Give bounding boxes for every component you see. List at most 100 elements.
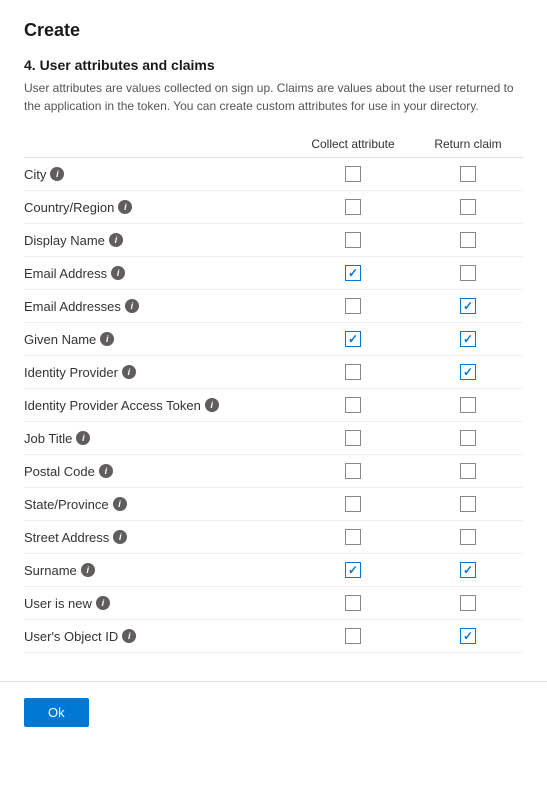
info-icon-user_is_new[interactable]: i [96, 596, 110, 610]
return-checkbox-display_name[interactable] [460, 232, 476, 248]
collect-checkbox-users_object_id[interactable] [345, 628, 361, 644]
row-label-identity_provider: Identity Provider i [24, 365, 293, 380]
section-description: User attributes are values collected on … [24, 79, 523, 115]
collect-checkbox-cell-surname [293, 562, 413, 578]
collect-checkbox-job_title[interactable] [345, 430, 361, 446]
table-row: Country/Region i [24, 191, 523, 224]
attribute-name-email_addresses: Email Addresses [24, 299, 121, 314]
info-icon-postal_code[interactable]: i [99, 464, 113, 478]
return-checkbox-cell-city [413, 166, 523, 182]
info-icon-job_title[interactable]: i [76, 431, 90, 445]
attribute-name-job_title: Job Title [24, 431, 72, 446]
collect-checkbox-email_address[interactable] [345, 265, 361, 281]
row-label-surname: Surname i [24, 563, 293, 578]
table-row: Street Address i [24, 521, 523, 554]
return-checkbox-job_title[interactable] [460, 430, 476, 446]
return-checkbox-email_address[interactable] [460, 265, 476, 281]
collect-checkbox-cell-postal_code [293, 463, 413, 479]
collect-checkbox-cell-identity_provider_access_token [293, 397, 413, 413]
collect-checkbox-city[interactable] [345, 166, 361, 182]
table-row: Job Title i [24, 422, 523, 455]
return-checkbox-identity_provider_access_token[interactable] [460, 397, 476, 413]
collect-checkbox-cell-city [293, 166, 413, 182]
return-checkbox-country_region[interactable] [460, 199, 476, 215]
attribute-name-given_name: Given Name [24, 332, 96, 347]
info-icon-users_object_id[interactable]: i [122, 629, 136, 643]
return-checkbox-user_is_new[interactable] [460, 595, 476, 611]
table-row: Surname i [24, 554, 523, 587]
attribute-name-user_is_new: User is new [24, 596, 92, 611]
collect-checkbox-cell-state_province [293, 496, 413, 512]
return-checkbox-users_object_id[interactable] [460, 628, 476, 644]
row-label-street_address: Street Address i [24, 530, 293, 545]
attribute-name-state_province: State/Province [24, 497, 109, 512]
info-icon-street_address[interactable]: i [113, 530, 127, 544]
return-checkbox-street_address[interactable] [460, 529, 476, 545]
info-icon-email_address[interactable]: i [111, 266, 125, 280]
return-checkbox-state_province[interactable] [460, 496, 476, 512]
info-icon-identity_provider_access_token[interactable]: i [205, 398, 219, 412]
collect-checkbox-street_address[interactable] [345, 529, 361, 545]
table-row: Display Name i [24, 224, 523, 257]
return-checkbox-cell-user_is_new [413, 595, 523, 611]
return-checkbox-cell-state_province [413, 496, 523, 512]
collect-checkbox-cell-email_addresses [293, 298, 413, 314]
info-icon-surname[interactable]: i [81, 563, 95, 577]
collect-checkbox-identity_provider[interactable] [345, 364, 361, 380]
row-label-postal_code: Postal Code i [24, 464, 293, 479]
table-row: User's Object ID i [24, 620, 523, 653]
collect-checkbox-cell-users_object_id [293, 628, 413, 644]
return-checkbox-postal_code[interactable] [460, 463, 476, 479]
row-label-identity_provider_access_token: Identity Provider Access Token i [24, 398, 293, 413]
return-checkbox-email_addresses[interactable] [460, 298, 476, 314]
info-icon-given_name[interactable]: i [100, 332, 114, 346]
info-icon-display_name[interactable]: i [109, 233, 123, 247]
return-checkbox-cell-identity_provider [413, 364, 523, 380]
attribute-name-postal_code: Postal Code [24, 464, 95, 479]
collect-checkbox-given_name[interactable] [345, 331, 361, 347]
info-icon-state_province[interactable]: i [113, 497, 127, 511]
attribute-name-identity_provider_access_token: Identity Provider Access Token [24, 398, 201, 413]
collect-checkbox-cell-identity_provider [293, 364, 413, 380]
collect-checkbox-country_region[interactable] [345, 199, 361, 215]
attribute-name-display_name: Display Name [24, 233, 105, 248]
return-checkbox-cell-job_title [413, 430, 523, 446]
row-label-state_province: State/Province i [24, 497, 293, 512]
table-row: User is new i [24, 587, 523, 620]
attributes-table: Collect attribute Return claim City i Co… [24, 133, 523, 653]
collect-checkbox-user_is_new[interactable] [345, 595, 361, 611]
return-checkbox-cell-email_addresses [413, 298, 523, 314]
collect-checkbox-cell-display_name [293, 232, 413, 248]
collect-checkbox-cell-country_region [293, 199, 413, 215]
collect-checkbox-state_province[interactable] [345, 496, 361, 512]
info-icon-email_addresses[interactable]: i [125, 299, 139, 313]
info-icon-city[interactable]: i [50, 167, 64, 181]
collect-checkbox-email_addresses[interactable] [345, 298, 361, 314]
attribute-name-identity_provider: Identity Provider [24, 365, 118, 380]
collect-checkbox-postal_code[interactable] [345, 463, 361, 479]
section-title: 4. User attributes and claims [24, 57, 523, 73]
return-checkbox-cell-display_name [413, 232, 523, 248]
row-label-given_name: Given Name i [24, 332, 293, 347]
info-icon-identity_provider[interactable]: i [122, 365, 136, 379]
footer: Ok [0, 681, 547, 743]
return-checkbox-identity_provider[interactable] [460, 364, 476, 380]
attribute-name-email_address: Email Address [24, 266, 107, 281]
return-checkbox-cell-country_region [413, 199, 523, 215]
return-checkbox-surname[interactable] [460, 562, 476, 578]
row-label-country_region: Country/Region i [24, 200, 293, 215]
page-title: Create [24, 20, 523, 41]
table-row: City i [24, 158, 523, 191]
row-label-user_is_new: User is new i [24, 596, 293, 611]
collect-checkbox-display_name[interactable] [345, 232, 361, 248]
info-icon-country_region[interactable]: i [118, 200, 132, 214]
ok-button[interactable]: Ok [24, 698, 89, 727]
return-checkbox-given_name[interactable] [460, 331, 476, 347]
collect-checkbox-surname[interactable] [345, 562, 361, 578]
collect-checkbox-cell-user_is_new [293, 595, 413, 611]
return-checkbox-cell-identity_provider_access_token [413, 397, 523, 413]
collect-checkbox-cell-given_name [293, 331, 413, 347]
collect-checkbox-identity_provider_access_token[interactable] [345, 397, 361, 413]
attribute-name-city: City [24, 167, 46, 182]
return-checkbox-city[interactable] [460, 166, 476, 182]
